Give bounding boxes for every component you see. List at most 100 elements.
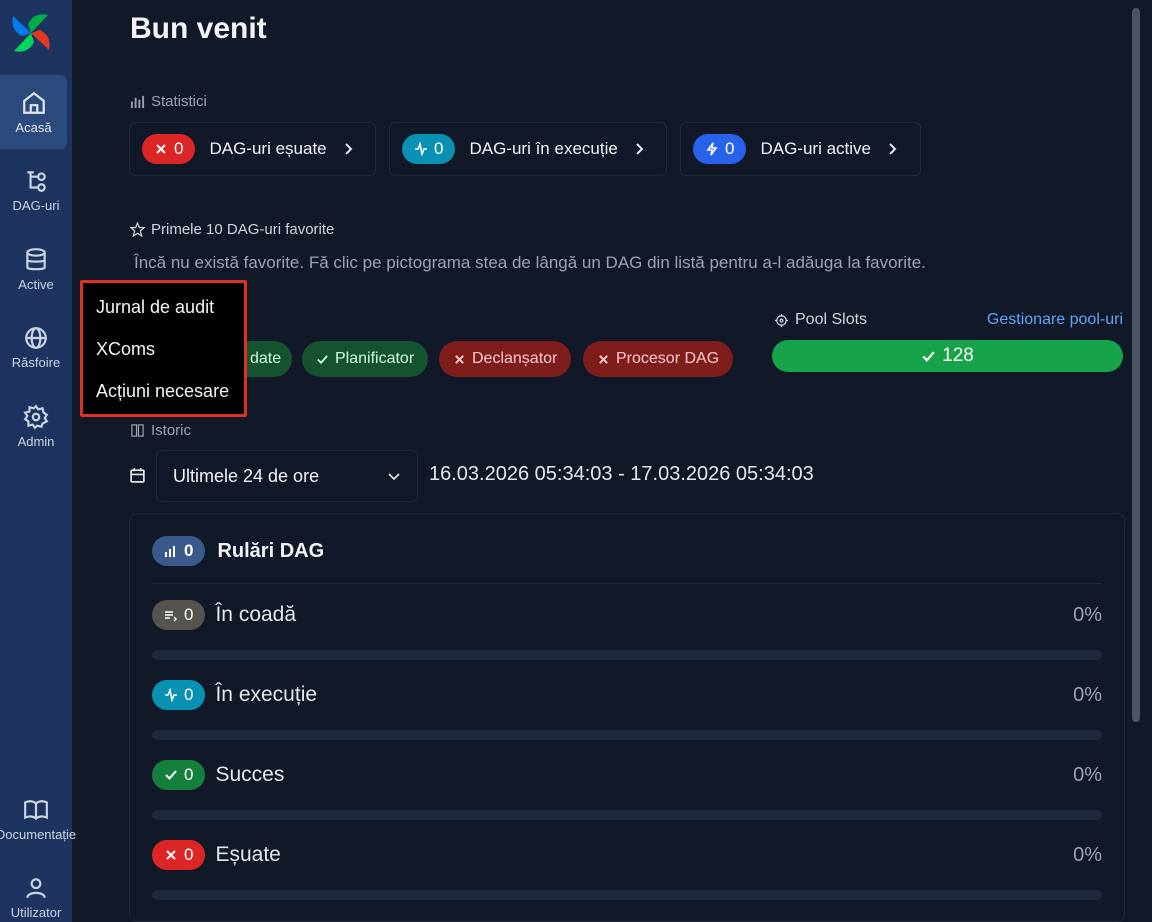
run-count: 0	[184, 685, 194, 704]
dag-runs-count: 0	[184, 541, 194, 560]
failed-count-badge: 0	[152, 840, 206, 870]
health-dag-processor: Procesor DAG	[583, 341, 734, 377]
success-count-badge: 0	[152, 760, 206, 790]
running-count: 0	[434, 139, 444, 158]
queued-count-badge: 0	[152, 600, 206, 630]
sidebar-item-user[interactable]: Utilizator	[0, 860, 72, 922]
health-scheduler: Planificator	[302, 341, 429, 377]
sidebar-item-label: Acasă	[15, 119, 52, 135]
sidebar-item-label: Utilizator	[10, 904, 62, 920]
gear-icon	[23, 403, 49, 430]
manage-pools-link[interactable]: Gestionare pool-uri	[987, 311, 1123, 329]
time-range-value: Ultimele 24 de ore	[173, 465, 320, 486]
dag-runs-header: 0 Rulări DAG	[152, 536, 324, 566]
progress-track	[152, 890, 1102, 900]
sidebar-item-docs[interactable]: Documentație	[0, 782, 78, 856]
sidebar-item-label: Active	[18, 276, 54, 292]
queue-icon	[165, 611, 178, 622]
book-icon	[24, 799, 48, 820]
pool-slots-label: Pool Slots	[774, 311, 867, 329]
stat-card-active[interactable]: 0 DAG-uri active	[680, 122, 921, 176]
stat-card-failed[interactable]: 0 DAG-uri eșuate	[129, 122, 376, 176]
sidebar-item-browse[interactable]: Răsfoire	[0, 310, 72, 384]
admin-dropdown-menu: Jurnal de audit XComs Acțiuni necesare	[80, 280, 247, 417]
history-label: Istoric	[151, 422, 192, 439]
progress-track	[152, 650, 1102, 660]
health-label: date	[250, 350, 282, 367]
run-count: 0	[184, 765, 194, 784]
running-count-badge: 0	[402, 134, 456, 164]
database-icon	[26, 247, 46, 270]
run-count: 0	[184, 845, 194, 864]
run-percent: 0%	[1073, 844, 1102, 866]
run-label: În execuție	[215, 683, 318, 706]
divider	[152, 583, 1102, 584]
sidebar-item-label: Documentație	[0, 826, 77, 842]
activity-icon	[165, 688, 177, 702]
run-row-running: 0 În execuție 0%	[152, 680, 1102, 752]
stat-label: DAG-uri eșuate	[209, 139, 327, 158]
calendar-icon	[130, 468, 145, 483]
scrollbar[interactable]	[1132, 8, 1140, 722]
run-percent: 0%	[1073, 604, 1102, 626]
page-title: Bun venit	[130, 12, 267, 45]
failed-count-badge: 0	[142, 134, 196, 164]
check-icon	[317, 354, 328, 364]
sidebar-item-label: Admin	[17, 433, 55, 449]
favorites-section-label: Primele 10 DAG-uri favorite	[130, 221, 334, 238]
pool-label-text: Pool Slots	[795, 311, 868, 328]
bar-chart-icon	[130, 95, 145, 109]
bar-chart-icon	[165, 546, 175, 557]
running-count-badge: 0	[152, 680, 206, 710]
chevron-right-icon	[636, 143, 644, 155]
stats-label: Statistici	[151, 93, 207, 110]
dag-runs-card: 0 Rulări DAG 0 În coadă 0% 0 În execuție…	[129, 513, 1125, 922]
history-section-label: Istoric	[130, 422, 191, 439]
menu-item-xcoms[interactable]: XComs	[96, 339, 155, 360]
stat-label: DAG-uri active	[760, 139, 871, 158]
star-icon	[130, 222, 145, 237]
x-icon	[599, 354, 608, 364]
home-icon	[22, 91, 45, 114]
run-row-success: 0 Succes 0%	[152, 760, 1102, 832]
failed-count: 0	[174, 139, 184, 158]
chevron-right-icon	[889, 143, 897, 155]
sidebar-item-assets[interactable]: Active	[0, 232, 72, 306]
date-range-text: 16.03.2026 05:34:03 - 17.03.2026 05:34:0…	[429, 463, 814, 485]
run-row-failed: 0 Eșuate 0%	[152, 840, 1102, 912]
health-label: Procesor DAG	[616, 350, 720, 367]
run-row-queued: 0 În coadă 0%	[152, 600, 1102, 672]
check-icon	[165, 770, 177, 780]
health-label: Planificator	[335, 350, 415, 367]
health-triggerer: Declanșator	[439, 341, 572, 377]
x-icon	[166, 850, 176, 860]
health-label: Declanșator	[472, 350, 558, 367]
favorites-empty-text: Încă nu există favorite. Fă clic pe pict…	[134, 253, 926, 272]
run-label: Succes	[215, 763, 285, 786]
sidebar-item-label: Răsfoire	[11, 354, 61, 370]
run-label: În coadă	[215, 603, 297, 626]
activity-icon	[415, 142, 427, 156]
globe-icon	[25, 326, 47, 349]
time-range-select[interactable]: Ultimele 24 de ore	[156, 450, 418, 502]
stat-card-running[interactable]: 0 DAG-uri în execuție	[389, 122, 667, 176]
stats-section-label: Statistici	[130, 93, 207, 110]
pool-slots-value: 128	[942, 345, 974, 366]
sidebar-item-dags[interactable]: DAG-uri	[0, 153, 72, 227]
pool-slots-bar[interactable]: 128	[772, 340, 1123, 372]
x-icon	[156, 144, 166, 154]
progress-track	[152, 810, 1102, 820]
dag-runs-count-badge: 0	[152, 536, 206, 566]
menu-item-required-actions[interactable]: Acțiuni necesare	[96, 381, 229, 402]
menu-item-audit-log[interactable]: Jurnal de audit	[96, 297, 214, 318]
run-percent: 0%	[1073, 684, 1102, 706]
stat-label: DAG-uri în execuție	[469, 139, 618, 158]
airflow-logo[interactable]	[8, 10, 54, 56]
dag-runs-title: Rulări DAG	[217, 539, 325, 562]
sidebar-item-admin[interactable]: Admin	[0, 389, 72, 463]
history-icon	[131, 424, 144, 437]
sidebar-item-home[interactable]: Acasă	[0, 75, 67, 149]
active-count: 0	[725, 139, 735, 158]
sidebar: Acasă DAG-uri Active Răsfoire Admin Docu…	[0, 0, 76, 922]
sidebar-item-label: DAG-uri	[12, 197, 60, 213]
